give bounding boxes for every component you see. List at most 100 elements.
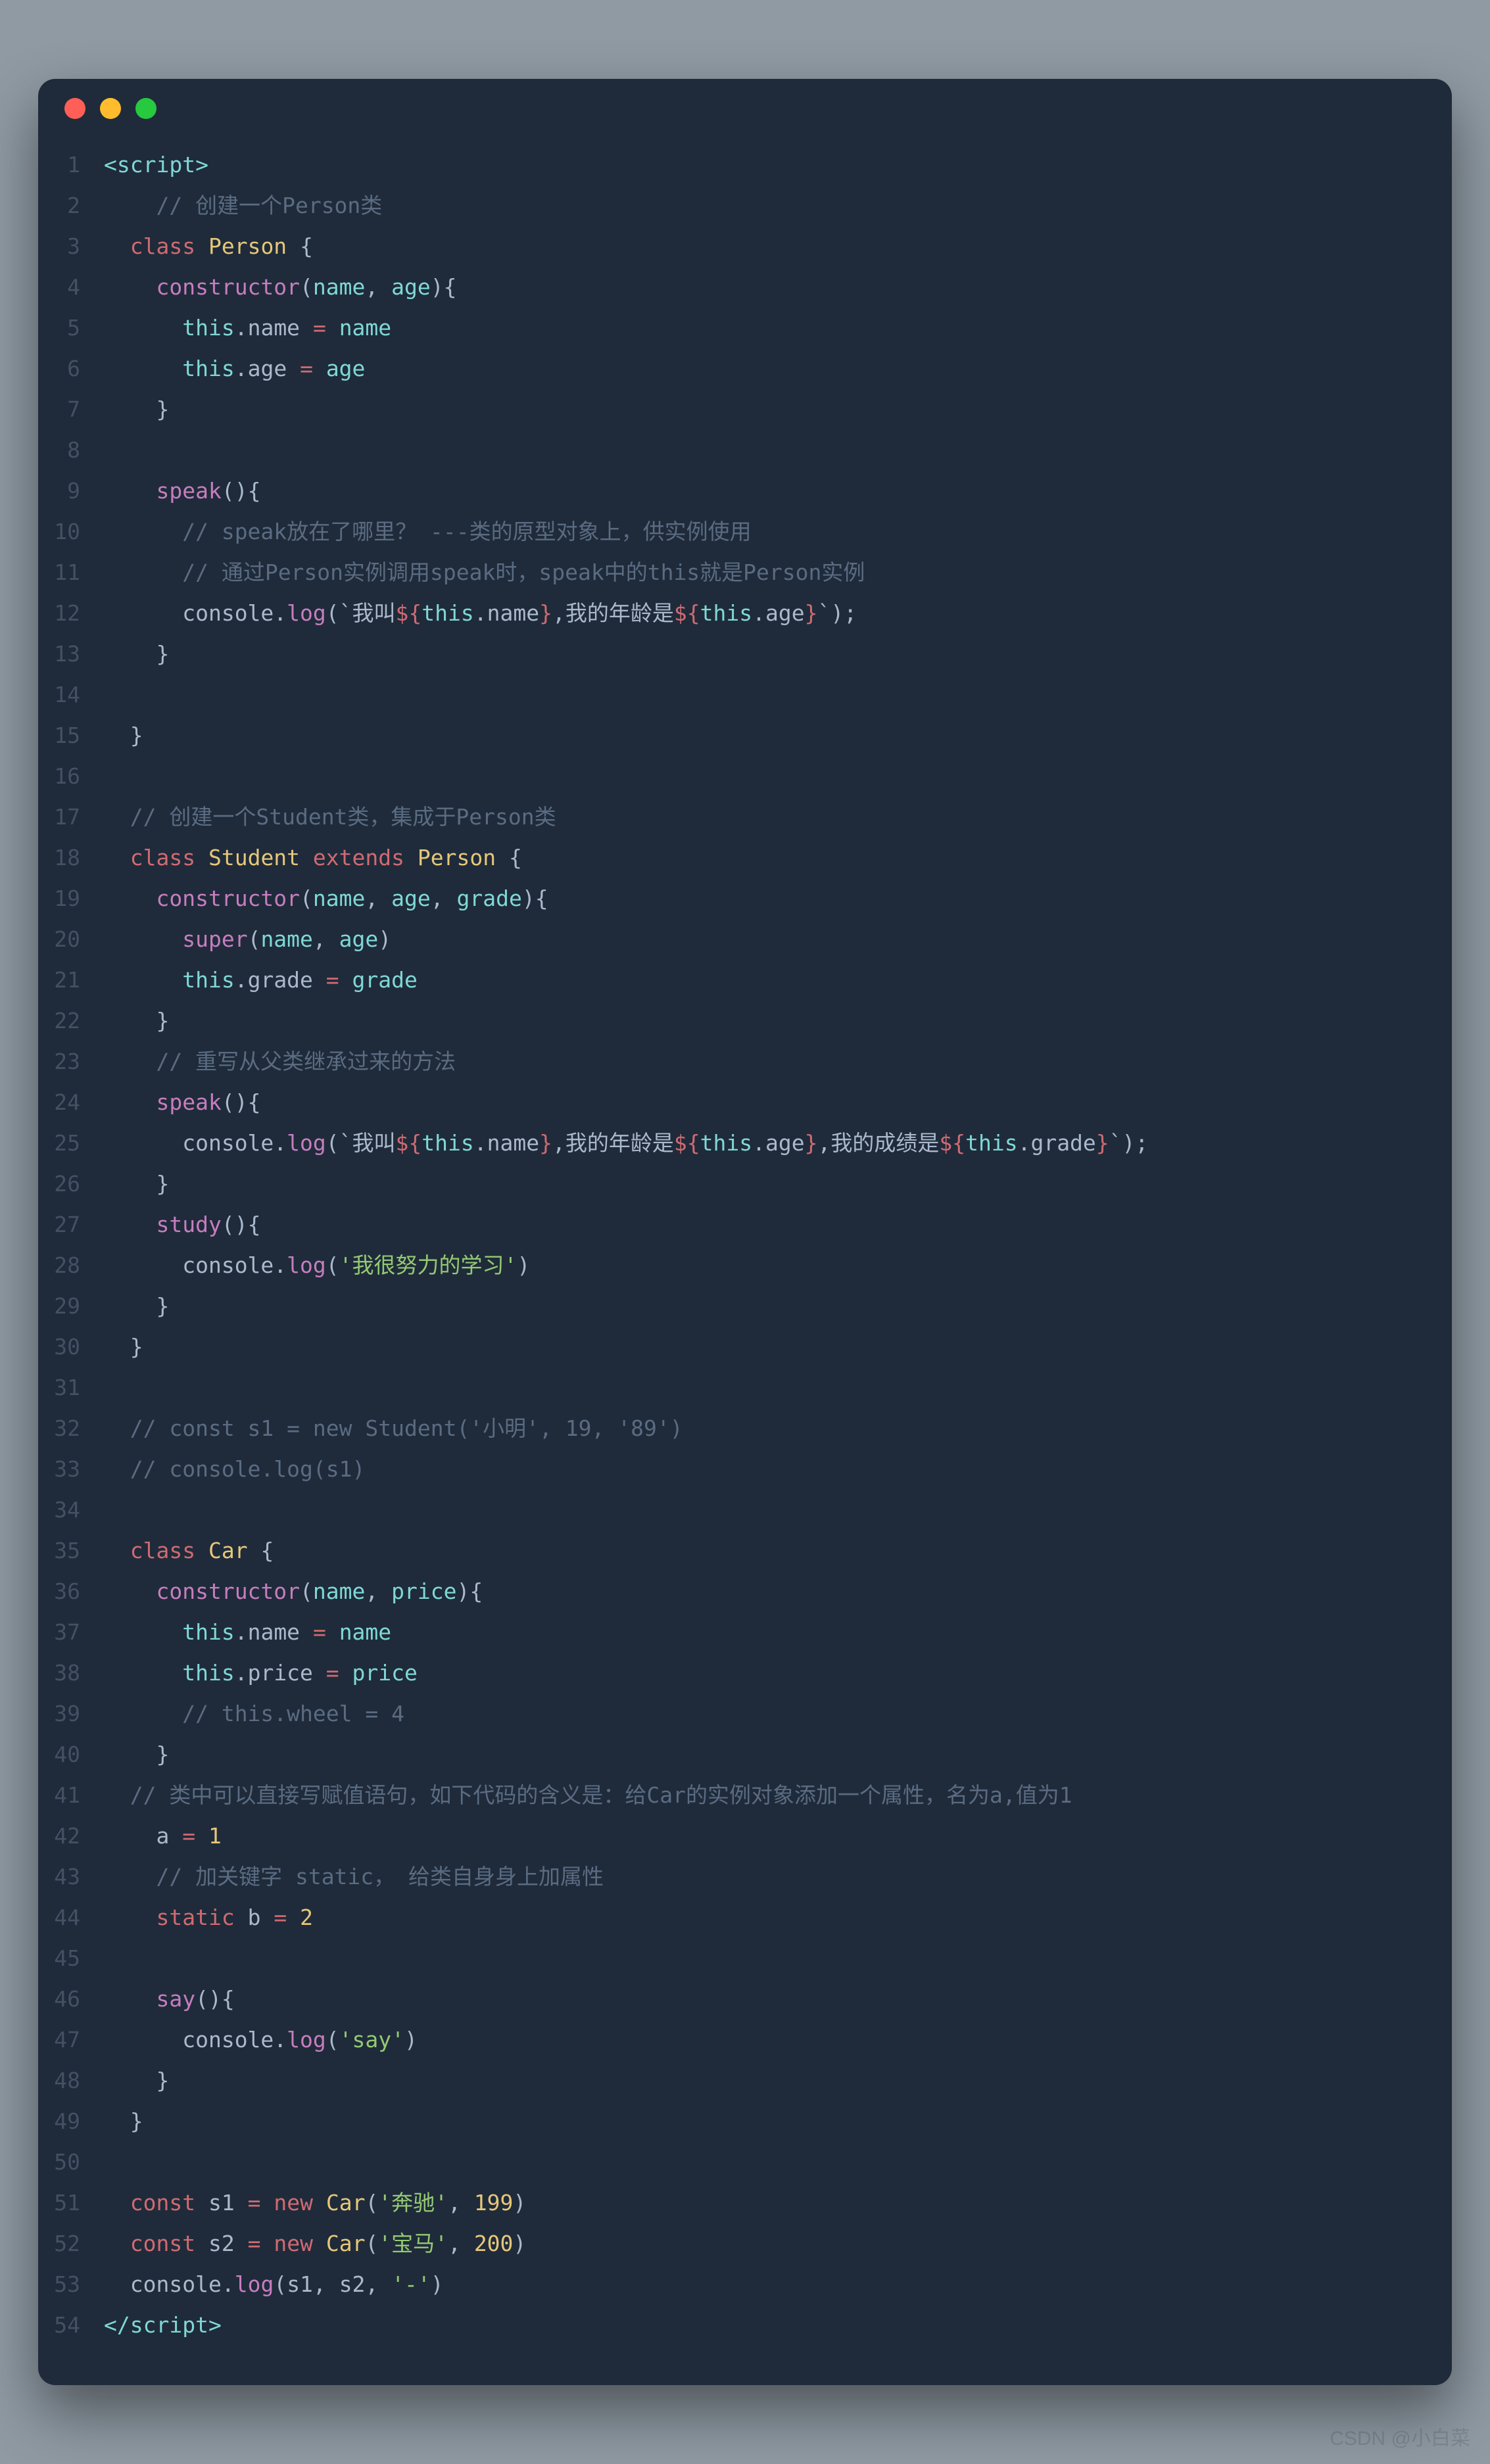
code-line: 30 } xyxy=(38,1327,1426,1367)
code-content: // 加关键字 static， 给类自身身上加属性 xyxy=(104,1857,1426,1897)
code-line: 18 class Student extends Person { xyxy=(38,838,1426,878)
code-content xyxy=(104,756,1426,797)
code-content: // console.log(s1) xyxy=(104,1449,1426,1490)
code-line: 53 console.log(s1, s2, '-') xyxy=(38,2264,1426,2305)
code-window: 1<script>2 // 创建一个Person类3 class Person … xyxy=(38,79,1452,2385)
watermark: CSDN @小白菜 xyxy=(1330,2422,1470,2451)
code-line: 6 this.age = age xyxy=(38,348,1426,389)
line-number: 38 xyxy=(38,1653,104,1694)
line-number: 21 xyxy=(38,960,104,1001)
code-content: constructor(name, age, grade){ xyxy=(104,878,1426,919)
code-line: 44 static b = 2 xyxy=(38,1897,1426,1938)
line-number: 41 xyxy=(38,1775,104,1816)
code-content: say(){ xyxy=(104,1979,1426,2020)
line-number: 27 xyxy=(38,1204,104,1245)
line-number: 39 xyxy=(38,1694,104,1734)
line-number: 48 xyxy=(38,2060,104,2101)
code-line: 11 // 通过Person实例调用speak时，speak中的this就是Pe… xyxy=(38,552,1426,593)
code-content: class Student extends Person { xyxy=(104,838,1426,878)
code-content xyxy=(104,1938,1426,1979)
code-content: </script> xyxy=(104,2305,1426,2346)
code-line: 39 // this.wheel = 4 xyxy=(38,1694,1426,1734)
code-line: 7 } xyxy=(38,389,1426,430)
code-content xyxy=(104,2142,1426,2183)
code-content: class Car { xyxy=(104,1530,1426,1571)
line-number: 35 xyxy=(38,1530,104,1571)
code-content xyxy=(104,1490,1426,1530)
code-line: 51 const s1 = new Car('奔驰', 199) xyxy=(38,2183,1426,2223)
code-line: 54</script> xyxy=(38,2305,1426,2346)
code-content: } xyxy=(104,1001,1426,1041)
line-number: 33 xyxy=(38,1449,104,1490)
code-content: speak(){ xyxy=(104,471,1426,511)
code-line: 40 } xyxy=(38,1734,1426,1775)
line-number: 32 xyxy=(38,1408,104,1449)
code-content: const s1 = new Car('奔驰', 199) xyxy=(104,2183,1426,2223)
code-content: } xyxy=(104,389,1426,430)
code-content: this.price = price xyxy=(104,1653,1426,1694)
line-number: 47 xyxy=(38,2020,104,2060)
line-number: 9 xyxy=(38,471,104,511)
code-line: 27 study(){ xyxy=(38,1204,1426,1245)
line-number: 10 xyxy=(38,511,104,552)
code-line: 20 super(name, age) xyxy=(38,919,1426,960)
line-number: 46 xyxy=(38,1979,104,2020)
line-number: 24 xyxy=(38,1082,104,1123)
code-line: 5 this.name = name xyxy=(38,308,1426,348)
code-content: // 重写从父类继承过来的方法 xyxy=(104,1041,1426,1082)
code-line: 8 xyxy=(38,430,1426,471)
code-line: 24 speak(){ xyxy=(38,1082,1426,1123)
line-number: 11 xyxy=(38,552,104,593)
code-content: constructor(name, price){ xyxy=(104,1571,1426,1612)
code-content xyxy=(104,430,1426,471)
line-number: 54 xyxy=(38,2305,104,2346)
code-line: 3 class Person { xyxy=(38,226,1426,267)
code-content: console.log('say') xyxy=(104,2020,1426,2060)
code-line: 43 // 加关键字 static， 给类自身身上加属性 xyxy=(38,1857,1426,1897)
code-content: this.name = name xyxy=(104,308,1426,348)
code-content: class Person { xyxy=(104,226,1426,267)
line-number: 26 xyxy=(38,1164,104,1204)
code-line: 13 } xyxy=(38,634,1426,675)
code-content: // 创建一个Student类，集成于Person类 xyxy=(104,797,1426,838)
code-content: } xyxy=(104,634,1426,675)
code-line: 49 } xyxy=(38,2101,1426,2142)
close-icon[interactable] xyxy=(64,98,85,119)
code-line: 45 xyxy=(38,1938,1426,1979)
code-line: 38 this.price = price xyxy=(38,1653,1426,1694)
line-number: 19 xyxy=(38,878,104,919)
code-content: console.log(s1, s2, '-') xyxy=(104,2264,1426,2305)
code-editor: 1<script>2 // 创建一个Person类3 class Person … xyxy=(38,138,1452,2385)
line-number: 16 xyxy=(38,756,104,797)
code-content: } xyxy=(104,1734,1426,1775)
code-line: 29 } xyxy=(38,1286,1426,1327)
code-content xyxy=(104,675,1426,715)
code-content: study(){ xyxy=(104,1204,1426,1245)
line-number: 17 xyxy=(38,797,104,838)
minimize-icon[interactable] xyxy=(100,98,121,119)
code-content: // speak放在了哪里？ ---类的原型对象上，供实例使用 xyxy=(104,511,1426,552)
code-line: 31 xyxy=(38,1367,1426,1408)
code-line: 41 // 类中可以直接写赋值语句，如下代码的含义是：给Car的实例对象添加一个… xyxy=(38,1775,1426,1816)
code-line: 23 // 重写从父类继承过来的方法 xyxy=(38,1041,1426,1082)
code-line: 1<script> xyxy=(38,145,1426,185)
code-line: 22 } xyxy=(38,1001,1426,1041)
line-number: 43 xyxy=(38,1857,104,1897)
line-number: 30 xyxy=(38,1327,104,1367)
code-line: 47 console.log('say') xyxy=(38,2020,1426,2060)
code-content: const s2 = new Car('宝马', 200) xyxy=(104,2223,1426,2264)
line-number: 3 xyxy=(38,226,104,267)
code-content: } xyxy=(104,1286,1426,1327)
line-number: 53 xyxy=(38,2264,104,2305)
line-number: 14 xyxy=(38,675,104,715)
line-number: 20 xyxy=(38,919,104,960)
code-line: 4 constructor(name, age){ xyxy=(38,267,1426,308)
code-content: // 通过Person实例调用speak时，speak中的this就是Perso… xyxy=(104,552,1426,593)
zoom-icon[interactable] xyxy=(135,98,156,119)
code-line: 50 xyxy=(38,2142,1426,2183)
line-number: 8 xyxy=(38,430,104,471)
code-content: // 类中可以直接写赋值语句，如下代码的含义是：给Car的实例对象添加一个属性，… xyxy=(104,1775,1426,1816)
line-number: 49 xyxy=(38,2101,104,2142)
line-number: 22 xyxy=(38,1001,104,1041)
code-line: 17 // 创建一个Student类，集成于Person类 xyxy=(38,797,1426,838)
